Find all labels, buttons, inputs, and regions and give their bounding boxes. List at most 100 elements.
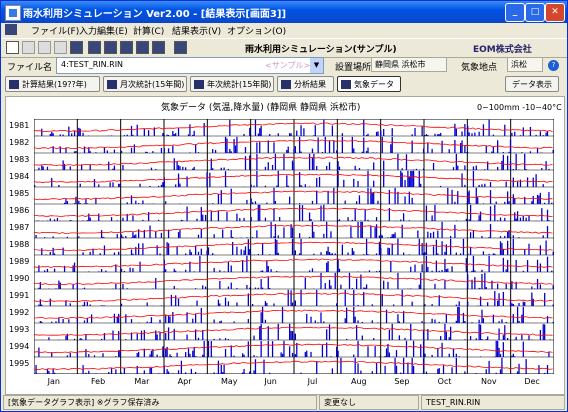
precip-bar (189, 353, 191, 357)
precip-bar (515, 218, 517, 221)
precip-bar (224, 136, 227, 153)
precip-bar (185, 352, 187, 357)
menu-file[interactable]: ファイル(F) (31, 24, 79, 37)
precip-bar (488, 255, 490, 272)
precip-bar (488, 237, 490, 238)
precip-bar (210, 341, 212, 357)
table-icon[interactable] (104, 41, 117, 54)
precip-bar (157, 219, 160, 221)
precip-bar (182, 220, 184, 221)
precip-bar (277, 235, 279, 238)
precip-bar (442, 365, 445, 374)
precip-bar (340, 284, 342, 289)
precip-bar (539, 245, 542, 255)
precip-bar (354, 209, 356, 221)
precip-bar (360, 370, 362, 374)
precip-bar (287, 289, 289, 306)
month-label: Apr (177, 377, 192, 386)
precip-bar (367, 170, 369, 187)
precip-bar (179, 230, 181, 238)
new-file-icon[interactable] (6, 41, 19, 54)
precip-bar (156, 334, 158, 340)
list-icon[interactable] (152, 41, 165, 54)
precip-bar (323, 119, 325, 136)
precip-bar (539, 131, 542, 136)
precip-bar (441, 342, 443, 357)
precip-bar (100, 269, 103, 272)
precip-bar (516, 306, 519, 323)
precip-bar (253, 355, 255, 357)
help-icon[interactable]: ? (548, 60, 559, 71)
year-label: 1982 (9, 138, 30, 147)
precip-bar (444, 251, 446, 255)
weather-data-button[interactable]: 気象データ (337, 76, 401, 92)
precip-bar (234, 145, 237, 153)
menu-options[interactable]: オプション(O) (227, 24, 286, 37)
precip-bar (49, 298, 51, 306)
precip-bar (316, 177, 318, 187)
precip-bar (444, 323, 446, 340)
precip-bar (113, 252, 116, 255)
report-icon[interactable] (174, 41, 187, 54)
menu-calc[interactable]: 計算(C) (133, 24, 164, 37)
calculator-icon[interactable] (88, 41, 101, 54)
precip-bar (440, 185, 442, 187)
precip-bar (502, 154, 504, 170)
precip-bar (256, 153, 258, 170)
yearly-stats-button[interactable]: 年次統計(15年間) (190, 76, 274, 92)
precip-bar (545, 240, 547, 255)
precip-bar (373, 338, 375, 340)
menu-view[interactable]: 結果表示(V) (172, 24, 221, 37)
precip-bar (464, 165, 466, 170)
precip-bar (86, 203, 88, 204)
precip-bar (298, 136, 301, 153)
precip-bar (367, 147, 369, 153)
precip-bar (108, 372, 110, 374)
precip-bar (189, 249, 191, 255)
precip-bar (381, 136, 383, 153)
open-folder-icon[interactable] (22, 41, 35, 54)
calc-results-button[interactable]: 計算結果(19??年) (5, 76, 100, 92)
precip-bar (304, 277, 306, 289)
precip-bar (213, 267, 215, 272)
analysis-button[interactable]: 分析結果 (277, 76, 334, 92)
precip-bar (361, 151, 363, 153)
precip-bar (263, 359, 265, 374)
maximize-button[interactable]: □ (525, 3, 545, 22)
precip-bar (246, 199, 248, 204)
precip-bar (308, 212, 311, 221)
precip-bar (478, 184, 480, 187)
print-icon[interactable] (70, 41, 83, 54)
precip-bar (538, 195, 540, 204)
precip-bar (100, 230, 103, 238)
precip-bar (465, 152, 467, 153)
precip-bar (119, 183, 121, 187)
precip-bar (368, 270, 371, 272)
precip-bar (259, 141, 261, 153)
minimize-button[interactable]: _ (505, 3, 525, 22)
save-as-icon[interactable] (54, 41, 67, 54)
precip-bar (377, 200, 379, 204)
data-display-button[interactable]: データ表示 (505, 76, 559, 92)
precip-bar (146, 151, 148, 153)
precip-bar (327, 190, 329, 204)
precip-bar (448, 353, 450, 357)
menu-edit[interactable]: 入力編集(E) (79, 24, 128, 37)
file-select[interactable]: 4:TEST_RIN.RIN <サンプル> ▼ (56, 57, 324, 74)
precip-bar (361, 321, 363, 323)
monthly-stats-button[interactable]: 月次統計(15年間) (103, 76, 187, 92)
save-icon[interactable] (38, 41, 51, 54)
precip-bar (236, 213, 238, 221)
precip-bar (283, 153, 285, 170)
precip-bar (39, 299, 41, 306)
chevron-down-icon[interactable]: ▼ (310, 58, 323, 73)
chart-icon[interactable] (136, 41, 149, 54)
precip-bar (447, 187, 449, 204)
precip-bar (481, 235, 483, 238)
year-label: 1986 (9, 206, 30, 215)
close-button[interactable]: ✕ (545, 3, 565, 22)
precip-bar (62, 318, 64, 323)
grid-icon[interactable] (120, 41, 133, 54)
document-icon[interactable] (5, 24, 17, 35)
precip-bar (254, 119, 257, 136)
